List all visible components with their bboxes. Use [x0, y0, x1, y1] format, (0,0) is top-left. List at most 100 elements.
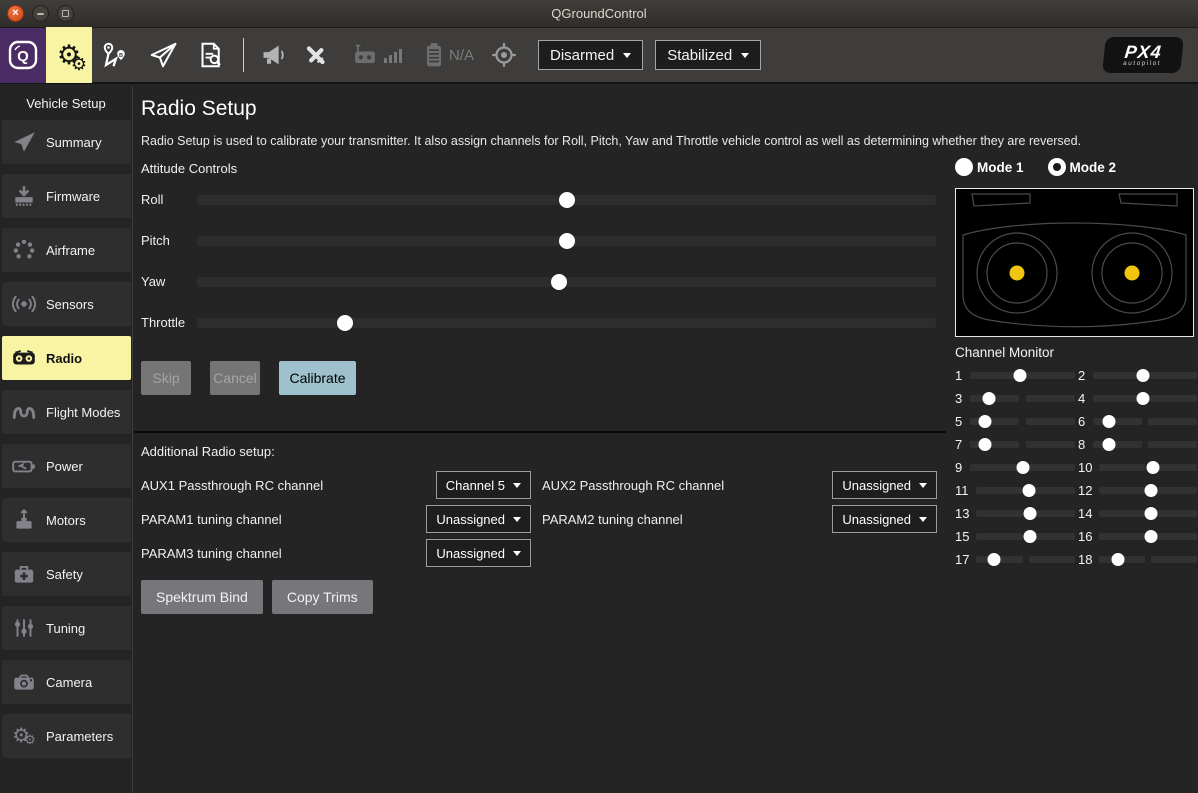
sidebar-item-sensors[interactable]: Sensors — [2, 282, 131, 326]
chevron-down-icon — [623, 53, 631, 58]
aux2-label: AUX2 Passthrough RC channel — [542, 478, 842, 493]
megaphone-icon — [260, 41, 288, 69]
armed-state-dropdown[interactable]: Disarmed — [538, 40, 643, 70]
chevron-down-icon — [513, 483, 521, 488]
chevron-down-icon — [741, 53, 749, 58]
dotted-circle-icon — [9, 237, 39, 263]
channel-handle — [1147, 461, 1160, 474]
calibrate-button[interactable]: Calibrate — [279, 361, 356, 395]
chevron-down-icon — [919, 483, 927, 488]
pitch-track — [197, 236, 936, 246]
param3-channel-dropdown[interactable]: Unassigned — [426, 539, 531, 567]
sidebar-item-radio[interactable]: Radio — [2, 336, 131, 380]
channel-number: 15 — [955, 529, 969, 544]
channel-track — [976, 487, 1076, 494]
document-search-icon — [195, 40, 225, 70]
vehicle-setup-view-button[interactable]: ⚙ ⚙ — [46, 27, 92, 83]
channel-handle — [1023, 530, 1036, 543]
channel-track — [976, 510, 1075, 517]
channel-number: 18 — [1078, 552, 1092, 567]
yaw-label: Yaw — [141, 274, 197, 289]
plan-view-button[interactable]: B — [92, 27, 139, 83]
aux1-label: AUX1 Passthrough RC channel — [141, 478, 431, 493]
sidebar-item-safety[interactable]: Safety — [2, 552, 131, 596]
analyze-view-button[interactable] — [186, 27, 233, 83]
throttle-label: Throttle — [141, 315, 197, 330]
channel-number: 14 — [1078, 506, 1092, 521]
sidebar-item-airframe[interactable]: Airframe — [2, 228, 131, 272]
channel-number: 17 — [955, 552, 969, 567]
sidebar-item-summary[interactable]: Summary — [2, 120, 131, 164]
channel-handle — [1145, 507, 1158, 520]
channel-number: 3 — [955, 391, 963, 406]
skip-button[interactable]: Skip — [141, 361, 191, 395]
qgc-logo-button[interactable]: Q — [0, 27, 46, 83]
channel-row: 5 — [955, 413, 1075, 429]
signal-waves-icon — [9, 291, 39, 317]
battery-icon — [9, 453, 39, 479]
mode2-radio[interactable]: Mode 2 — [1048, 158, 1117, 176]
channel-handle — [1145, 530, 1158, 543]
px4-logo-subtext: autopilot — [1123, 60, 1162, 67]
px4-logo-text: PX4 — [1124, 44, 1163, 60]
spektrum-bind-button[interactable]: Spektrum Bind — [141, 580, 263, 614]
fly-view-button[interactable] — [139, 27, 186, 83]
sidebar-item-flight-modes[interactable]: Flight Modes — [2, 390, 131, 434]
channel-handle — [1102, 415, 1115, 428]
channel-number: 1 — [955, 368, 963, 383]
channel-number: 11 — [955, 483, 969, 498]
messages-indicator[interactable] — [260, 41, 288, 69]
channel-row: 4 — [1078, 390, 1197, 406]
sidebar-item-firmware[interactable]: Firmware — [2, 174, 131, 218]
aux1-channel-dropdown[interactable]: Channel 5 — [436, 471, 531, 499]
channel-number: 8 — [1078, 437, 1086, 452]
channel-track — [970, 395, 1075, 402]
channel-handle — [1145, 484, 1158, 497]
pitch-handle — [559, 233, 575, 249]
channel-handle — [1023, 484, 1036, 497]
channel-row: 8 — [1078, 436, 1197, 452]
paper-plane-icon — [148, 40, 178, 70]
radio-button-checked-icon — [1048, 158, 1066, 176]
channel-number: 10 — [1078, 460, 1092, 475]
channel-number: 5 — [955, 414, 963, 429]
page-description: Radio Setup is used to calibrate your tr… — [141, 134, 1189, 148]
yaw-handle — [551, 274, 567, 290]
flight-mode-label: Stabilized — [667, 47, 732, 64]
channel-track — [970, 464, 1075, 471]
qgc-logo-icon: Q — [7, 39, 39, 71]
channel-handle — [1136, 369, 1149, 382]
motor-icon — [9, 507, 39, 533]
param2-channel-dropdown[interactable]: Unassigned — [832, 505, 937, 533]
rc-rssi-indicator[interactable] — [351, 41, 402, 69]
sidebar-item-tuning[interactable]: Tuning — [2, 606, 131, 650]
channel-track — [970, 372, 1075, 379]
sidebar-item-camera[interactable]: Camera — [2, 660, 131, 704]
channel-row: 12 — [1078, 482, 1197, 498]
gps-lock-indicator[interactable] — [489, 40, 519, 70]
sidebar-item-parameters[interactable]: ⚙⚙ Parameters — [2, 714, 131, 758]
svg-text:Q: Q — [17, 48, 29, 65]
channel-handle — [978, 415, 991, 428]
channel-row: 9 — [955, 459, 1075, 475]
battery-indicator[interactable]: N/A — [421, 40, 474, 70]
sidebar-item-motors[interactable]: Motors — [2, 498, 131, 542]
channel-row: 10 — [1078, 459, 1197, 475]
gps-status-indicator[interactable] — [302, 41, 330, 69]
throttle-track — [197, 318, 936, 328]
channel-monitor-heading: Channel Monitor — [955, 345, 1194, 360]
channel-track — [1093, 418, 1197, 425]
mode1-radio[interactable]: Mode 1 — [955, 158, 1024, 176]
flight-mode-dropdown[interactable]: Stabilized — [655, 40, 761, 70]
channel-number: 4 — [1078, 391, 1086, 406]
channel-handle — [1016, 461, 1029, 474]
cancel-button[interactable]: Cancel — [210, 361, 260, 395]
sidebar-item-power[interactable]: Power — [2, 444, 131, 488]
param1-channel-dropdown[interactable]: Unassigned — [426, 505, 531, 533]
channel-number: 13 — [955, 506, 969, 521]
channel-track — [976, 556, 1075, 563]
aux2-channel-dropdown[interactable]: Unassigned — [832, 471, 937, 499]
channel-track — [1093, 372, 1197, 379]
copy-trims-button[interactable]: Copy Trims — [272, 580, 373, 614]
throttle-handle — [337, 315, 353, 331]
